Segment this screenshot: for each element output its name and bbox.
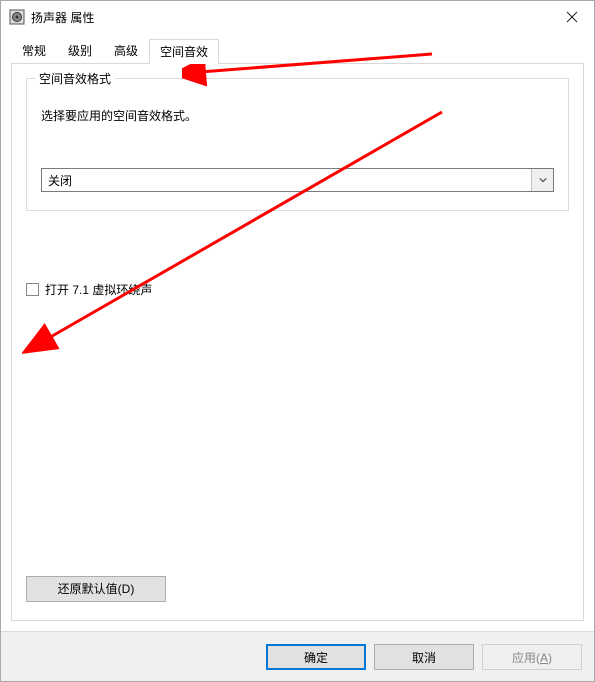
tab-advanced[interactable]: 高级	[103, 38, 149, 63]
client-area: 常规 级别 高级 空间音效 空间音效格式 选择要应用的空间音效格式。 关闭	[1, 33, 594, 631]
chevron-down-icon	[539, 176, 547, 184]
titlebar: 扬声器 属性	[1, 1, 594, 33]
spatial-format-dropdown[interactable]: 关闭	[41, 168, 554, 192]
dropdown-value: 关闭	[42, 169, 531, 191]
tab-spatial-sound[interactable]: 空间音效	[149, 39, 219, 64]
tab-general[interactable]: 常规	[11, 38, 57, 63]
virtual-surround-checkbox-row[interactable]: 打开 7.1 虚拟环绕声	[26, 281, 569, 298]
dialog-window: 扬声器 属性 常规 级别 高级 空间音效 空间音效格式 选择要应用的空间音效格式…	[0, 0, 595, 682]
tab-page-spatial: 空间音效格式 选择要应用的空间音效格式。 关闭 打开 7.1 虚拟环绕声	[11, 63, 584, 621]
restore-defaults-button[interactable]: 还原默认值(D)	[26, 576, 166, 602]
ok-button[interactable]: 确定	[266, 644, 366, 670]
group-spatial-format: 空间音效格式 选择要应用的空间音效格式。 关闭	[26, 78, 569, 211]
dropdown-arrow-button[interactable]	[531, 169, 553, 191]
dialog-footer: 确定 取消 应用(A)	[1, 631, 594, 681]
tab-levels[interactable]: 级别	[57, 38, 103, 63]
checkbox-box[interactable]	[26, 283, 39, 296]
group-title: 空间音效格式	[35, 70, 115, 87]
checkbox-label: 打开 7.1 虚拟环绕声	[45, 281, 152, 298]
speaker-icon	[9, 9, 25, 25]
window-title: 扬声器 属性	[31, 9, 549, 26]
group-caption: 选择要应用的空间音效格式。	[41, 107, 554, 124]
tab-strip: 常规 级别 高级 空间音效	[11, 39, 584, 63]
close-button[interactable]	[549, 2, 594, 32]
cancel-button[interactable]: 取消	[374, 644, 474, 670]
apply-button[interactable]: 应用(A)	[482, 644, 582, 670]
